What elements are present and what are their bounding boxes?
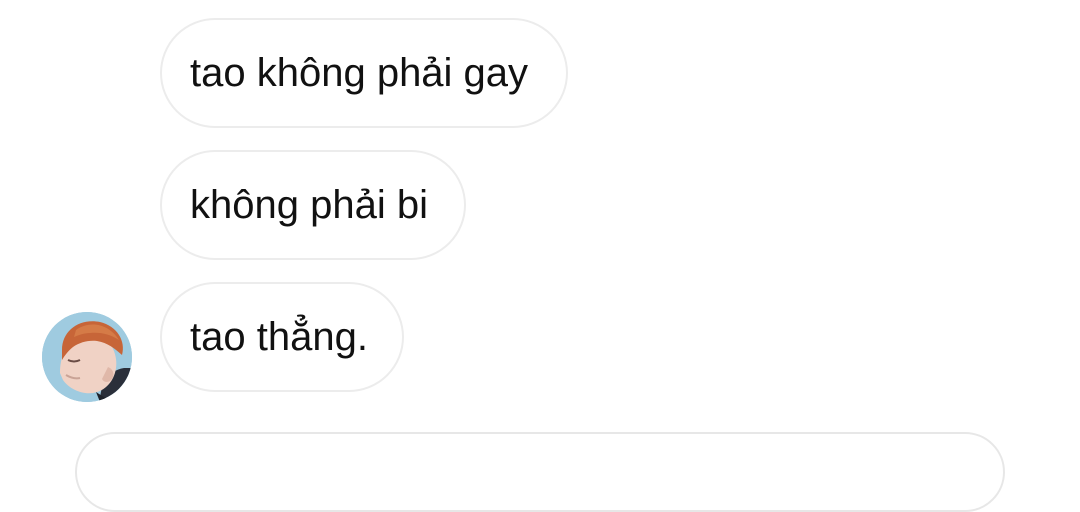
- message-text: không phải bi: [190, 182, 428, 227]
- message-composer[interactable]: [75, 432, 1005, 512]
- message-text: tao không phải gay: [190, 50, 529, 95]
- avatar-icon: [42, 312, 132, 402]
- message-bubble[interactable]: tao thẳng.: [160, 282, 404, 392]
- message-bubble[interactable]: không phải bi: [160, 150, 466, 260]
- message-thread: tao không phải gay không phải bi tao thẳ…: [0, 0, 1080, 512]
- avatar[interactable]: [42, 312, 132, 402]
- message-text: tao thẳng.: [190, 314, 368, 359]
- message-bubble[interactable]: tao không phải gay: [160, 18, 568, 128]
